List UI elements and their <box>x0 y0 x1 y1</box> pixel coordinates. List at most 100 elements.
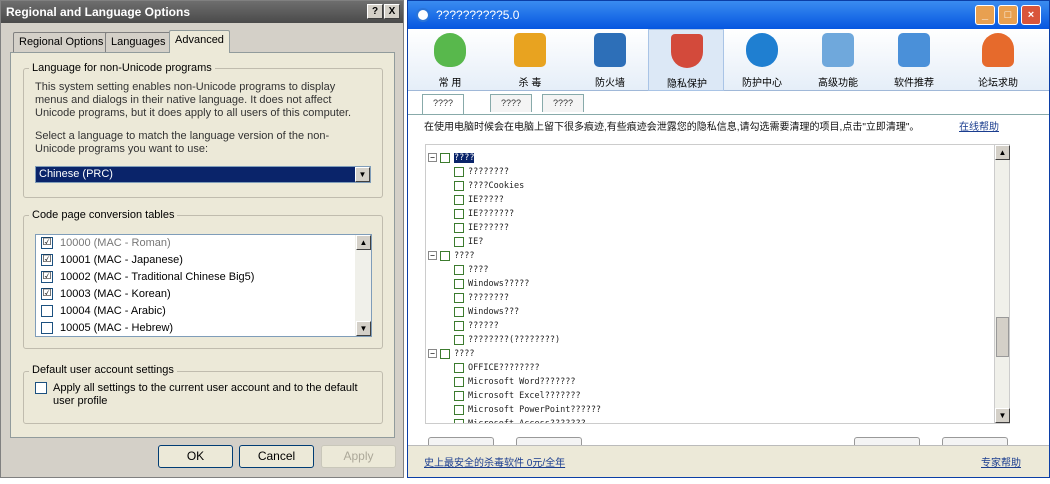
tree-leaf-node[interactable]: Microsoft Access??????? <box>454 417 586 423</box>
checkbox-checked[interactable]: ☑ <box>41 254 53 267</box>
subtab-1[interactable]: ???? <box>422 94 465 114</box>
close-icon[interactable]: × <box>1021 5 1041 25</box>
list-item[interactable]: ☑ 10001 (MAC - Japanese) <box>41 252 183 269</box>
checkbox-checked[interactable]: ☑ <box>41 237 53 250</box>
list-item[interactable]: 10005 (MAC - Hebrew) <box>41 320 173 337</box>
checkbox-checked[interactable]: ☑ <box>41 271 53 284</box>
expert-help-link[interactable]: 专家帮助 <box>981 454 1021 469</box>
tree-leaf-node[interactable]: Microsoft Excel??????? <box>454 389 581 403</box>
tree-label: OFFICE???????? <box>468 363 540 373</box>
list-item[interactable]: ☑ 10002 (MAC - Traditional Chinese Big5) <box>41 269 254 286</box>
tree-leaf-node[interactable]: ???? <box>454 263 488 277</box>
ok-button[interactable]: OK <box>158 445 233 468</box>
cancel-button[interactable]: Cancel <box>239 445 314 468</box>
tree-checkbox[interactable] <box>440 152 450 163</box>
expander-icon[interactable]: − <box>428 349 437 358</box>
tool-forum[interactable]: 论坛求助 <box>960 29 1036 91</box>
tree-leaf-node[interactable]: ???????? <box>454 165 509 179</box>
tab-languages[interactable]: Languages <box>105 32 172 52</box>
codepage-label: 10001 (MAC - Japanese) <box>60 254 183 266</box>
apply-default-checkbox[interactable] <box>35 382 47 394</box>
list-item[interactable]: ☑ 10000 (MAC - Roman) <box>41 235 171 252</box>
promo-link[interactable]: 史上最安全的杀毒软件 0元/全年 <box>424 454 565 469</box>
expander-icon[interactable]: − <box>428 153 437 162</box>
minimize-icon[interactable]: _ <box>975 5 995 25</box>
tree-leaf-node[interactable]: Windows??? <box>454 305 519 319</box>
tree-leaf-node[interactable]: IE? <box>454 235 483 249</box>
tree-checkbox[interactable] <box>454 180 464 191</box>
tree-leaf-node[interactable]: IE?????? <box>454 221 509 235</box>
tree-checkbox[interactable] <box>454 306 464 317</box>
tree-leaf-node[interactable]: ????Cookies <box>454 179 524 193</box>
tool-advanced[interactable]: 高级功能 <box>800 29 876 91</box>
subtab-2[interactable]: ???? <box>490 94 533 112</box>
tool-common[interactable]: 常 用 <box>412 29 488 91</box>
tree-leaf-node[interactable]: OFFICE???????? <box>454 361 540 375</box>
tree-leaf-node[interactable]: Microsoft Word??????? <box>454 375 575 389</box>
tree-leaf-node[interactable]: IE????? <box>454 193 504 207</box>
tree-group-node[interactable]: −???? <box>428 151 475 165</box>
codepage-list[interactable]: ☑ 10000 (MAC - Roman) ☑ 10001 (MAC - Japan… <box>35 234 372 337</box>
tree-label: IE??????? <box>468 209 515 219</box>
privacy-content: ???? ???? ???? 在使用电脑时候会在电脑上留下很多痕迹,有些痕迹会泄… <box>408 91 1049 477</box>
tree-checkbox[interactable] <box>454 320 464 331</box>
tree-checkbox[interactable] <box>454 278 464 289</box>
scroll-up-icon[interactable]: ▲ <box>356 235 371 250</box>
tree-leaf-node[interactable]: ???????? <box>454 291 509 305</box>
tree-label: IE?????? <box>468 223 509 233</box>
tree-checkbox[interactable] <box>454 390 464 401</box>
tree-leaf-node[interactable]: IE??????? <box>454 207 514 221</box>
online-help-link[interactable]: 在线帮助 <box>959 118 999 133</box>
tool-protection-center[interactable]: 防护中心 <box>724 29 800 91</box>
tree-leaf-node[interactable]: Microsoft PowerPoint?????? <box>454 403 601 417</box>
tree-checkbox[interactable] <box>454 208 464 219</box>
maximize-icon[interactable]: □ <box>998 5 1018 25</box>
tree-checkbox[interactable] <box>440 348 450 359</box>
tab-regional-options[interactable]: Regional Options <box>13 32 110 52</box>
apply-button[interactable]: Apply <box>321 445 396 468</box>
language-select[interactable]: Chinese (PRC) <box>35 166 371 183</box>
tree-group-node[interactable]: −???? <box>428 249 474 263</box>
tool-privacy[interactable]: 隐私保护 <box>648 29 724 91</box>
tree-checkbox[interactable] <box>454 362 464 373</box>
close-button[interactable]: X <box>384 4 400 19</box>
tree-checkbox[interactable] <box>454 166 464 177</box>
tree-leaf-node[interactable]: Windows????? <box>454 277 529 291</box>
tree-checkbox[interactable] <box>454 236 464 247</box>
scroll-down-icon[interactable]: ▼ <box>356 321 371 336</box>
tree-label: ???? <box>468 265 489 275</box>
chevron-down-icon[interactable]: ▼ <box>355 167 370 182</box>
expander-icon[interactable]: − <box>428 251 437 260</box>
tree-group-node[interactable]: −???? <box>428 347 474 361</box>
tree-checkbox[interactable] <box>440 250 450 261</box>
checkbox-unchecked[interactable] <box>41 322 53 335</box>
tree-checkbox[interactable] <box>454 292 464 303</box>
tree-checkbox[interactable] <box>454 222 464 233</box>
tab-advanced[interactable]: Advanced <box>169 30 230 53</box>
list-item[interactable]: 10004 (MAC - Arabic) <box>41 303 166 320</box>
tree-checkbox[interactable] <box>454 194 464 205</box>
privacy-description: 在使用电脑时候会在电脑上留下很多痕迹,有些痕迹会泄露您的隐私信息,请勾选需要清理… <box>424 122 920 133</box>
tool-antivirus[interactable]: 杀 毒 <box>492 29 568 91</box>
scroll-down-icon[interactable]: ▼ <box>995 408 1010 423</box>
tree-checkbox[interactable] <box>454 376 464 387</box>
tool-software[interactable]: 软件推荐 <box>876 29 952 91</box>
checkbox-checked[interactable]: ☑ <box>41 288 53 301</box>
checkbox-unchecked[interactable] <box>41 305 53 318</box>
tree-leaf-node[interactable]: ????????(????????) <box>454 333 560 347</box>
tree-leaf-node[interactable]: ?????? <box>454 319 499 333</box>
subtab-3[interactable]: ???? <box>542 94 585 112</box>
tree-checkbox[interactable] <box>454 264 464 275</box>
tool-firewall[interactable]: 防火墙 <box>572 29 648 91</box>
list-item[interactable]: ☑ 10003 (MAC - Korean) <box>41 286 171 303</box>
tree-checkbox[interactable] <box>454 418 464 423</box>
privacy-tree[interactable]: −???????????? ????Cookies IE????? IE???????… <box>425 144 1009 424</box>
scroll-up-icon[interactable]: ▲ <box>995 145 1010 160</box>
help-button[interactable]: ? <box>367 4 383 19</box>
advanced-blocks-icon <box>822 33 854 67</box>
tree-label: ???? <box>454 349 475 359</box>
tree-scrollbar[interactable] <box>994 144 1010 424</box>
tree-checkbox[interactable] <box>454 404 464 415</box>
scroll-thumb[interactable] <box>996 317 1009 357</box>
tree-checkbox[interactable] <box>454 334 464 345</box>
